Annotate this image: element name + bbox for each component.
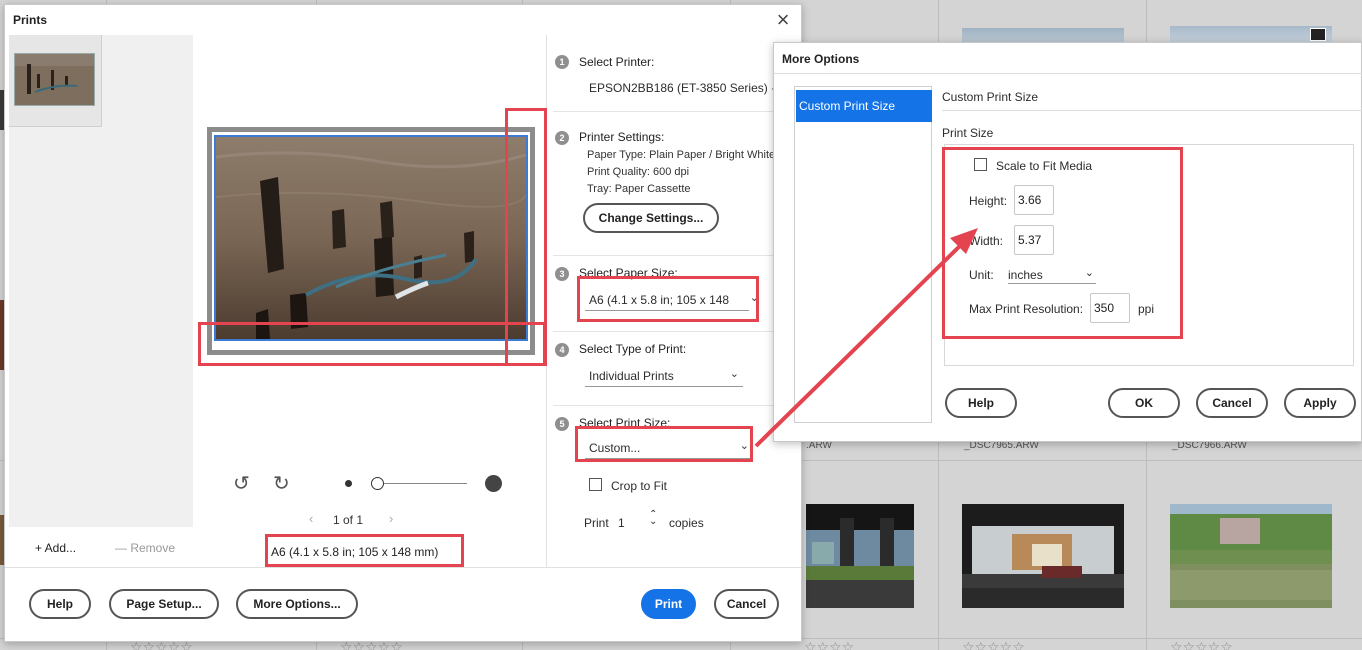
annotation-arrow xyxy=(754,228,978,448)
